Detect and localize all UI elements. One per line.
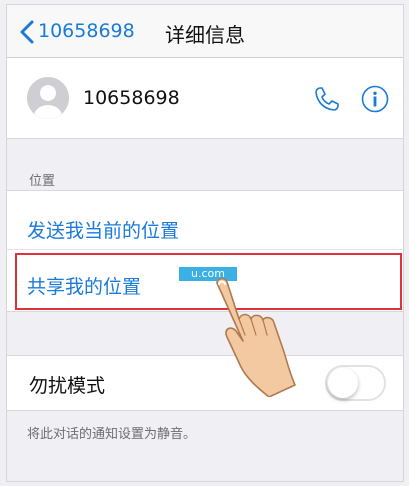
location-section-header: 位置 <box>7 139 403 189</box>
send-current-location-item[interactable]: 发送我当前的位置 <box>7 191 403 250</box>
info-icon[interactable] <box>361 85 389 113</box>
avatar <box>27 77 69 119</box>
back-button[interactable]: 10658698 <box>38 20 135 42</box>
contact-row: 10658698 <box>7 58 403 139</box>
person-silhouette-icon <box>27 77 69 119</box>
phone-screen: 10658698 详细信息 10658698 位置 发送我当前的位置 共享我的位… <box>6 4 404 482</box>
do-not-disturb-toggle[interactable] <box>325 365 386 401</box>
chevron-left-icon[interactable] <box>17 19 37 45</box>
section-header-label: 位置 <box>29 174 56 189</box>
do-not-disturb-label: 勿扰模式 <box>29 375 106 397</box>
page-title: 详细信息 <box>165 23 245 47</box>
phone-icon[interactable] <box>313 85 341 113</box>
toggle-knob <box>328 368 358 398</box>
send-current-location-label: 发送我当前的位置 <box>27 220 180 242</box>
navigation-bar: 10658698 详细信息 <box>7 5 403 58</box>
contact-name: 10658698 <box>83 87 180 109</box>
pointing-hand-icon <box>216 277 296 397</box>
do-not-disturb-footnote: 将此对话的通知设置为静音。 <box>27 427 197 442</box>
